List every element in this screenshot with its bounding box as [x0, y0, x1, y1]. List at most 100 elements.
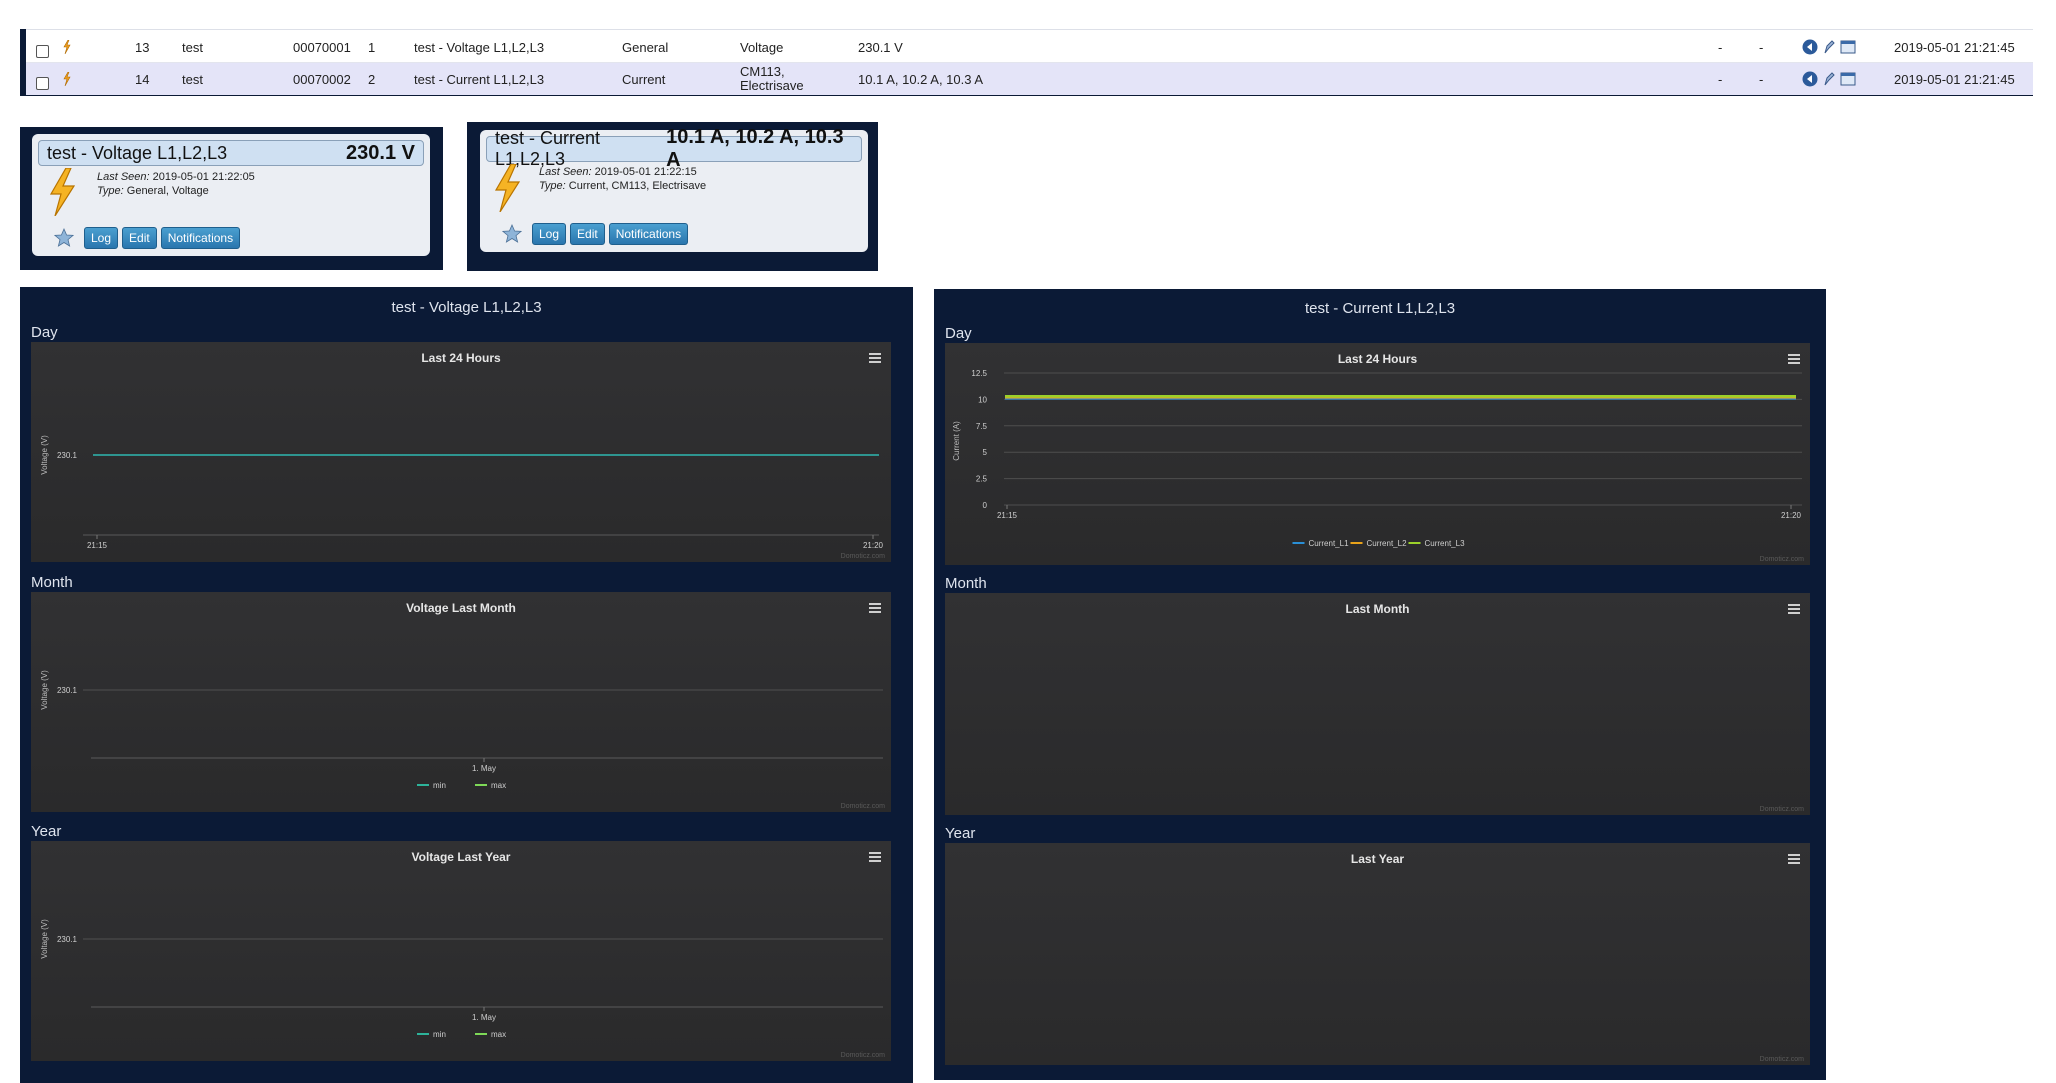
window-icon[interactable]: [1840, 71, 1856, 87]
log-button[interactable]: Log: [84, 227, 119, 249]
voltage-year-chart: Voltage Last Year Domoticz.com Voltage (V)…: [31, 841, 891, 1061]
legend-label: Current_L3: [1425, 539, 1466, 548]
y-tick-label: 10: [978, 395, 987, 404]
panel-title: test - Voltage L1,L2,L3: [391, 299, 542, 316]
current-widget: test - Current L1,L2,L3 10.1 A, 10.2 A, …: [480, 126, 868, 252]
id-cell: 00070001: [293, 39, 351, 55]
type-cell: Current: [622, 71, 666, 87]
data-cell: 230.1 V: [858, 39, 903, 55]
edit-button[interactable]: Edit: [122, 227, 157, 249]
menu-icon[interactable]: [1786, 852, 1802, 866]
section-label-month: Month: [945, 575, 987, 592]
voltage-widget-frame: test - Voltage L1,L2,L3 230.1 V Last See…: [20, 127, 443, 270]
widget-buttons: Log Edit Notifications: [502, 223, 689, 245]
battery-cell: -: [1759, 71, 1764, 87]
current-widget-frame: test - Current L1,L2,L3 10.1 A, 10.2 A, …: [467, 122, 878, 271]
name-cell: test - Voltage L1,L2,L3: [414, 39, 545, 55]
chart-credits: Domoticz.com: [1759, 806, 1804, 813]
signal-cell: -: [1718, 71, 1723, 87]
x-tick-label: 1. May: [472, 764, 496, 773]
idx-cell: 14: [135, 71, 150, 87]
table-top-border: [26, 29, 2033, 30]
chart-plot: Voltage (V) 230.1 21:15 21:20: [40, 435, 884, 550]
last-seen-label: Last Seen:: [539, 166, 592, 178]
widget-buttons: Log Edit Notifications: [54, 227, 241, 249]
type-label: Type:: [539, 180, 566, 192]
notifications-button[interactable]: Notifications: [160, 227, 241, 249]
table-row[interactable]: 14 test 00070002 2 test - Current L1,L2,…: [26, 63, 2033, 95]
chart-title: Last Year: [1350, 852, 1405, 866]
favorite-star-icon[interactable]: [502, 224, 522, 244]
bolt-icon: [63, 63, 71, 95]
current-month-chart: Last Month Domoticz.com: [945, 593, 1810, 815]
chart-plot: Current (A) 0 2.5 5 7.5 10 12.5 21:15 21:20 Curre…: [952, 369, 1802, 548]
y-axis-label: Current (A): [952, 421, 961, 461]
legend-label: min: [433, 781, 446, 790]
row-checkbox[interactable]: [36, 31, 49, 63]
voltage-month-chart: Voltage Last Month Domoticz.com Voltage (V…: [31, 592, 891, 812]
back-arrow-icon[interactable]: [1802, 71, 1818, 87]
subtype-cell: CM113, Electrisave: [740, 64, 804, 93]
favorite-star-icon[interactable]: [54, 228, 74, 248]
y-tick-label: 5: [983, 448, 988, 457]
bolt-icon: [63, 31, 71, 63]
chart-credits: Domoticz.com: [1759, 1056, 1804, 1063]
y-axis-label: Voltage (V): [40, 670, 49, 710]
type-label: Type:: [97, 185, 124, 197]
table-row[interactable]: 13 test 00070001 1 test - Voltage L1,L2,…: [26, 31, 2033, 63]
last-seen-cell: 2019-05-01 21:21:45: [1894, 71, 2015, 87]
edit-pencil-icon[interactable]: [1821, 39, 1837, 55]
current-graph-panel: test - Current L1,L2,L3 Day Last 24 Hour…: [934, 289, 1826, 1080]
bolt-icon: [49, 168, 76, 216]
back-arrow-icon[interactable]: [1802, 39, 1818, 55]
current-day-chart: Last 24 Hours Domoticz.com Current (A) 0 2.5…: [945, 343, 1810, 565]
legend-label: Current_L2: [1367, 539, 1408, 548]
y-tick-label: 0: [983, 501, 988, 510]
section-label-day: Day: [945, 325, 972, 342]
log-button[interactable]: Log: [532, 223, 567, 245]
row-checkbox[interactable]: [36, 63, 49, 95]
panel-title: test - Current L1,L2,L3: [1304, 300, 1456, 317]
chart-plot: Voltage (V) 230.1 1. May min max: [40, 919, 883, 1039]
subtype-cell: Voltage: [740, 39, 784, 55]
x-tick-label: 21:15: [997, 511, 1018, 520]
voltage-graph-panel: test - Voltage L1,L2,L3 Day Last 24 Hour…: [20, 287, 913, 1083]
widget-header: test - Current L1,L2,L3 10.1 A, 10.2 A, …: [486, 126, 862, 171]
widget-info: Last Seen: 2019-05-01 21:22:15 Type: Cur…: [539, 165, 706, 193]
section-label-year: Year: [945, 825, 976, 842]
x-tick-label: 1. May: [472, 1013, 496, 1022]
chart-plot: Voltage (V) 230.1 1. May min max: [40, 670, 883, 790]
edit-button[interactable]: Edit: [570, 223, 605, 245]
type-value: Current, CM113, Electrisave: [568, 180, 707, 192]
last-seen-value: 2019-05-01 21:22:05: [152, 171, 255, 183]
legend-label: min: [433, 1030, 446, 1039]
y-tick-label: 12.5: [971, 369, 987, 378]
window-icon[interactable]: [1840, 39, 1856, 55]
edit-pencil-icon[interactable]: [1821, 71, 1837, 87]
widget-header: test - Voltage L1,L2,L3 230.1 V: [38, 140, 424, 166]
section-label-year: Year: [31, 823, 62, 840]
y-tick-label: 230.1: [57, 686, 78, 695]
chart-title: Last Month: [1345, 602, 1410, 616]
legend-label: max: [491, 781, 506, 790]
data-cell: 10.1 A, 10.2 A, 10.3 A: [858, 71, 984, 87]
menu-icon[interactable]: [1786, 602, 1802, 616]
id-cell: 00070002: [293, 71, 351, 87]
current-year-chart: Last Year Domoticz.com: [945, 843, 1810, 1065]
x-tick-label: 21:20: [1781, 511, 1802, 520]
y-axis-label: Voltage (V): [40, 919, 49, 959]
bolt-icon: [494, 164, 521, 212]
row-actions: [1802, 63, 1856, 95]
y-tick-label: 230.1: [57, 451, 78, 460]
section-label-month: Month: [31, 574, 73, 591]
x-tick-label: 21:15: [87, 541, 108, 550]
last-seen-label: Last Seen:: [97, 171, 150, 183]
battery-cell: -: [1759, 39, 1764, 55]
name-cell: test - Current L1,L2,L3: [414, 71, 545, 87]
hardware-cell: test: [182, 39, 203, 55]
notifications-button[interactable]: Notifications: [608, 223, 689, 245]
y-tick-label: 2.5: [976, 475, 988, 484]
widget-name: test - Voltage L1,L2,L3: [47, 142, 228, 163]
voltage-day-chart: Last 24 Hours Domoticz.com Voltage (V) 230.…: [31, 342, 891, 562]
voltage-widget: test - Voltage L1,L2,L3 230.1 V Last See…: [32, 134, 430, 256]
